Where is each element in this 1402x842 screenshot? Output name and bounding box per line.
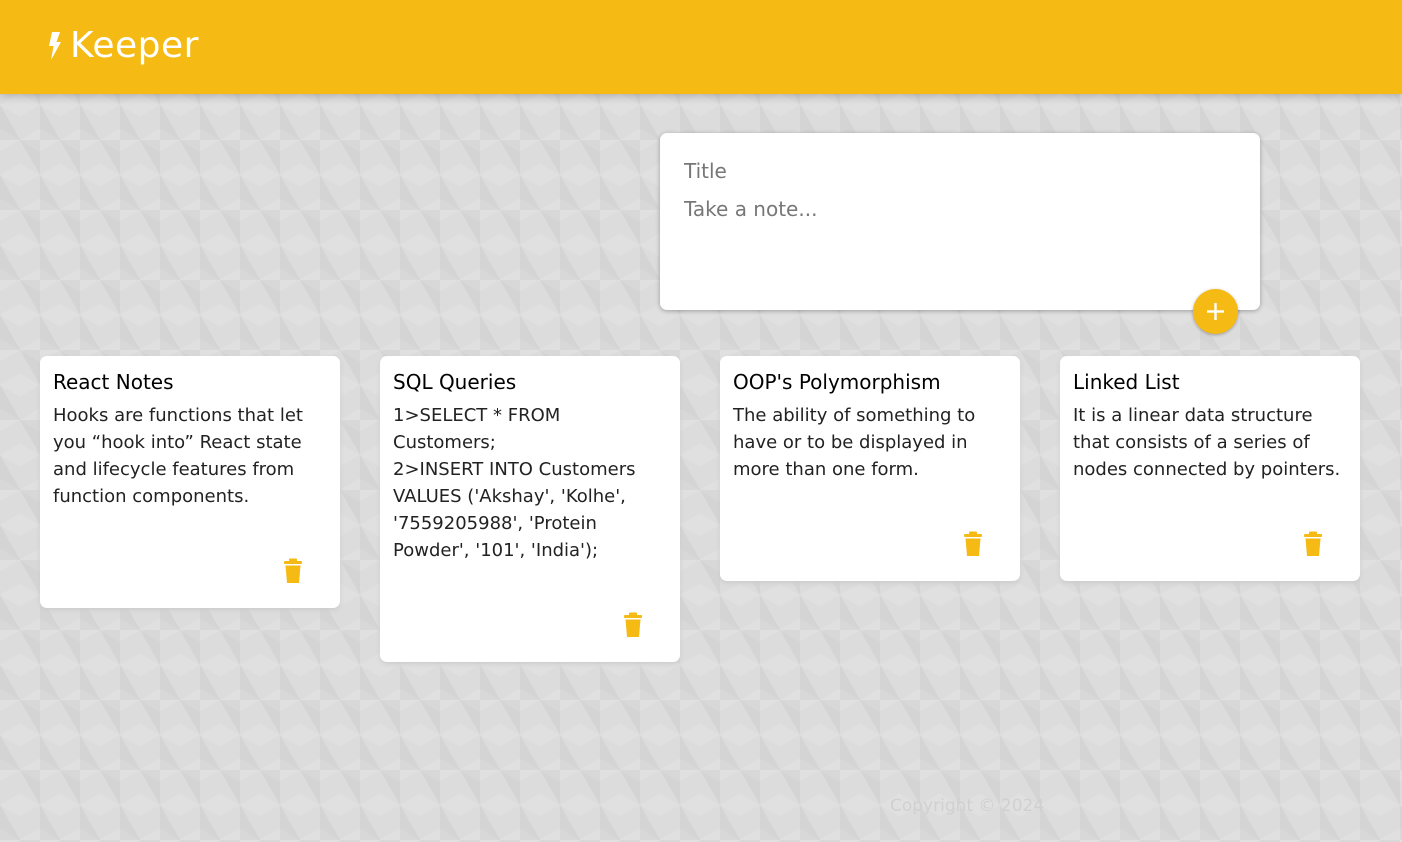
- delete-note-button[interactable]: [1302, 531, 1324, 557]
- add-note-button[interactable]: [1193, 289, 1238, 334]
- note-content-input[interactable]: [684, 197, 1234, 287]
- delete-note-button[interactable]: [282, 558, 304, 584]
- note-title-input[interactable]: [684, 157, 1234, 185]
- note-title: Linked List: [1073, 370, 1180, 394]
- note-content: 1>SELECT * FROM Customers; 2>INSERT INTO…: [393, 405, 636, 561]
- trash-icon: [964, 531, 982, 556]
- note-card: React Notes Hooks are functions that let…: [40, 356, 340, 608]
- note-content: The ability of something to have or to b…: [733, 405, 981, 480]
- app-title: Keeper: [70, 25, 199, 66]
- note-title: OOP's Polymorphism: [733, 370, 941, 394]
- note-card: OOP's Polymorphism The ability of someth…: [720, 356, 1020, 581]
- footer-copyright: Copyright © 2024: [890, 796, 1045, 816]
- trash-icon: [284, 558, 302, 583]
- note-content: It is a linear data structure that consi…: [1073, 405, 1341, 480]
- note-card: SQL Queries 1>SELECT * FROM Customers; 2…: [380, 356, 680, 662]
- note-content: Hooks are functions that let you “hook i…: [53, 405, 309, 507]
- lightning-bolt-icon: [49, 32, 61, 60]
- trash-icon: [624, 612, 642, 637]
- create-note-form: [660, 133, 1260, 310]
- note-title: SQL Queries: [393, 370, 517, 394]
- plus-icon: [1207, 303, 1224, 320]
- delete-note-button[interactable]: [622, 612, 644, 638]
- note-title: React Notes: [53, 370, 174, 394]
- delete-note-button[interactable]: [962, 531, 984, 557]
- app-header: Keeper: [0, 0, 1402, 94]
- trash-icon: [1304, 531, 1322, 556]
- note-card: Linked List It is a linear data structur…: [1060, 356, 1360, 581]
- app-logo: Keeper: [48, 26, 199, 66]
